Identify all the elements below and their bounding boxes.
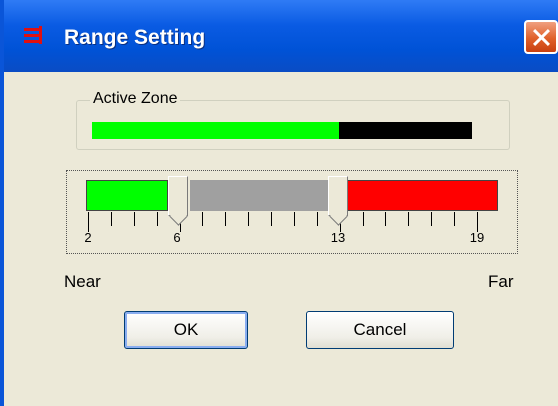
close-button[interactable] <box>524 20 558 54</box>
slider-tick <box>363 212 364 226</box>
tick-label-max: 19 <box>469 230 485 245</box>
low-range-thumb[interactable] <box>168 176 188 216</box>
near-range-segment <box>86 180 168 211</box>
slider-tick <box>408 212 409 226</box>
slider-tick <box>248 212 249 226</box>
slider-tick <box>454 212 455 226</box>
range-app-icon <box>24 26 42 44</box>
near-label: Near <box>64 272 101 291</box>
tick-label-high: 13 <box>330 230 346 245</box>
slider-tick <box>385 212 386 226</box>
far-range-segment <box>346 180 498 211</box>
slider-tick <box>294 212 295 226</box>
slider-tick <box>477 212 478 232</box>
tick-label-low: 6 <box>173 230 181 245</box>
slider-tick <box>202 212 203 226</box>
slider-tick <box>88 212 89 232</box>
active-zone-label: Active Zone <box>90 90 181 108</box>
title-bar[interactable]: Range Setting <box>4 0 558 72</box>
tick-label-min: 2 <box>84 230 92 245</box>
slider-tick <box>111 212 112 226</box>
high-range-thumb[interactable] <box>328 176 348 216</box>
slider-tick <box>431 212 432 226</box>
active-range-segment <box>190 180 330 211</box>
cancel-button[interactable]: Cancel <box>306 311 454 349</box>
slider-tick <box>317 212 318 226</box>
dialog-title: Range Setting <box>64 26 206 49</box>
slider-tick <box>157 212 158 226</box>
slider-tick <box>271 212 272 226</box>
slider-tick <box>134 212 135 226</box>
ok-button[interactable]: OK <box>124 311 248 349</box>
active-zone-fill <box>92 122 339 139</box>
far-label: Far <box>488 272 514 291</box>
slider-tick <box>225 212 226 226</box>
